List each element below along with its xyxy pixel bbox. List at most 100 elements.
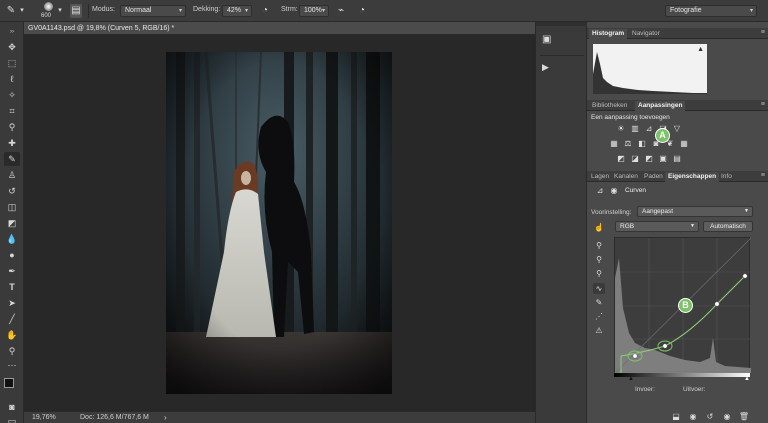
black-white-icon[interactable]: ◙ (651, 139, 661, 148)
black-point-slider[interactable]: ▲ (628, 376, 634, 382)
panel-menu-icon[interactable]: ≡ (761, 172, 765, 179)
options-bar: ✎ ▾ 600 ▾ ▤ Modus: Normaal ▾ Dekking: 42%… (0, 0, 768, 22)
healing-brush-tool-icon[interactable]: ✚ (4, 136, 20, 150)
pen-tool-icon[interactable]: ✒ (4, 264, 20, 278)
more-tools-icon[interactable]: ⋯ (4, 358, 20, 372)
chevron-down-icon: ▾ (321, 8, 325, 14)
screen-mode-icon[interactable]: ▭ (4, 414, 20, 423)
delete-icon[interactable]: 🗑 (738, 411, 750, 422)
canvas-area[interactable] (24, 35, 535, 411)
gradient-map-icon[interactable]: ▤ (672, 154, 682, 163)
marquee-tool-icon[interactable]: ⬚ (4, 56, 20, 70)
color-balance-icon[interactable]: ◧ (637, 139, 647, 148)
pressure-size-icon[interactable]: ◔ (355, 4, 369, 18)
posterize-icon[interactable]: ◪ (630, 154, 640, 163)
airbrush-icon[interactable]: ⌁ (334, 4, 348, 18)
tool-preset-dropdown-icon[interactable]: ▾ (18, 4, 26, 18)
annotation-badge-b: B (678, 298, 693, 313)
type-tool-icon[interactable]: T (4, 280, 20, 294)
workspace-select[interactable]: Fotografie ▾ (665, 5, 757, 17)
tab-libraries[interactable]: Bibliotheken (589, 101, 630, 111)
tab-adjustments[interactable]: Aanpassingen (635, 101, 686, 111)
separator (88, 4, 89, 18)
invert-icon[interactable]: ◩ (616, 154, 626, 163)
pressure-opacity-icon[interactable]: ◔ (258, 4, 272, 18)
levels-icon[interactable]: ▥ (630, 124, 640, 133)
chevron-down-icon: ▼ (690, 223, 695, 229)
threshold-icon[interactable]: ◩ (644, 154, 654, 163)
collapse-toolbar-icon[interactable]: ›› (4, 25, 20, 39)
selective-color-icon[interactable]: ▣ (658, 154, 668, 163)
tab-properties[interactable]: Eigenschappen (665, 172, 720, 182)
curve-point-tool-icon[interactable]: ∿ (593, 283, 605, 294)
chevron-down-icon: ▼ (744, 208, 749, 214)
brush-dropdown-icon[interactable]: ▾ (56, 4, 64, 18)
mask-icon[interactable]: ◉ (609, 186, 619, 195)
foreground-color-swatch[interactable] (4, 378, 14, 388)
flow-field[interactable]: 100% ▾ (299, 5, 329, 17)
dock-actions-button[interactable]: ▶ (542, 62, 555, 73)
path-selection-tool-icon[interactable]: ➤ (4, 296, 20, 310)
tab-layers[interactable]: Lagen (588, 172, 612, 182)
input-gradient-bar (614, 373, 750, 377)
move-tool-icon[interactable]: ✥ (4, 40, 20, 54)
view-previous-state-icon[interactable]: ◉ (687, 411, 699, 422)
visibility-eye-icon[interactable]: ◉ (721, 411, 733, 422)
clipping-warning-icon[interactable]: ⚠ (593, 325, 605, 336)
hand-tool-icon[interactable]: ✋ (4, 328, 20, 342)
vibrance-icon[interactable]: ▦ (609, 139, 619, 148)
brush-tool-icon[interactable]: ✎ (4, 152, 20, 166)
brush-tool-icon[interactable]: ✎ (4, 4, 18, 18)
panel-menu-icon[interactable]: ≡ (761, 101, 765, 108)
tab-histogram[interactable]: Histogram (589, 29, 628, 39)
quick-mask-icon[interactable]: ◙ (4, 400, 20, 414)
dock-history-button[interactable]: ▣ (542, 34, 557, 45)
tab-channels[interactable]: Kanalen (611, 172, 641, 182)
eyedropper-tool-icon[interactable]: ⚲ (4, 120, 20, 134)
gradient-tool-icon[interactable]: ◩ (4, 216, 20, 230)
blur-tool-icon[interactable]: 💧 (4, 232, 20, 246)
tab-paths[interactable]: Paden (641, 172, 666, 182)
gray-point-eyedropper-icon[interactable]: ⚲ (593, 254, 605, 265)
clone-stamp-tool-icon[interactable]: ♙ (4, 168, 20, 182)
zoom-tool-icon[interactable]: ⚲ (4, 344, 20, 358)
curves-adjustment-icon[interactable]: ⊿ (644, 124, 654, 133)
gradient-map-triangle-icon[interactable]: ▽ (672, 124, 682, 133)
dock-header (536, 22, 588, 26)
channel-select[interactable]: RGB ▼ (615, 221, 699, 232)
brush-panel-toggle-icon[interactable]: ▤ (70, 4, 82, 18)
pencil-draw-icon[interactable]: ✎ (593, 297, 605, 308)
curves-layer-icon: ⊿ (596, 186, 604, 195)
workspace-value: Fotografie (670, 7, 702, 14)
tab-navigator[interactable]: Navigator (629, 29, 663, 39)
status-menu-icon[interactable]: › (164, 413, 167, 422)
brightness-contrast-icon[interactable]: ☀ (616, 124, 626, 133)
black-point-eyedropper-icon[interactable]: ⚲ (593, 240, 605, 251)
document-tab[interactable]: GV0A1143.psd @ 19,8% (Curven 5, RGB/16) … (24, 22, 535, 35)
preset-select[interactable]: Aangepast ▼ (637, 206, 753, 217)
history-brush-tool-icon[interactable]: ↺ (4, 184, 20, 198)
panel-menu-icon[interactable]: ≡ (761, 29, 765, 36)
eraser-tool-icon[interactable]: ◫ (4, 200, 20, 214)
auto-button[interactable]: Automatisch (703, 221, 753, 232)
color-lookup-icon[interactable]: ▦ (679, 139, 689, 148)
channel-mixer-icon[interactable]: ❦ (665, 139, 675, 148)
white-point-slider[interactable]: ▲ (744, 376, 750, 382)
line-tool-icon[interactable]: ╱ (4, 312, 20, 326)
zoom-level[interactable]: 19,76% (32, 414, 56, 421)
reset-icon[interactable]: ↺ (704, 411, 716, 422)
mode-select[interactable]: Normaal ▾ (120, 5, 186, 17)
crop-tool-icon[interactable]: ⌗ (4, 104, 20, 118)
hue-saturation-icon[interactable]: ⚖ (623, 139, 633, 148)
warning-icon[interactable]: ▲ (697, 46, 704, 53)
chevron-down-icon: ▾ (244, 8, 248, 14)
dodge-tool-icon[interactable]: ● (4, 248, 20, 262)
smooth-curve-icon[interactable]: ⋰ (593, 311, 605, 322)
lasso-tool-icon[interactable]: ℓ (4, 72, 20, 86)
white-point-eyedropper-icon[interactable]: ⚲ (593, 268, 605, 279)
quick-selection-tool-icon[interactable]: ✧ (4, 88, 20, 102)
clip-to-layer-icon[interactable]: ⬓ (670, 411, 682, 422)
tab-info[interactable]: Info (718, 172, 735, 182)
targeted-adjustment-icon[interactable]: ☝ (594, 223, 604, 232)
opacity-field[interactable]: 42% ▾ (222, 5, 252, 17)
